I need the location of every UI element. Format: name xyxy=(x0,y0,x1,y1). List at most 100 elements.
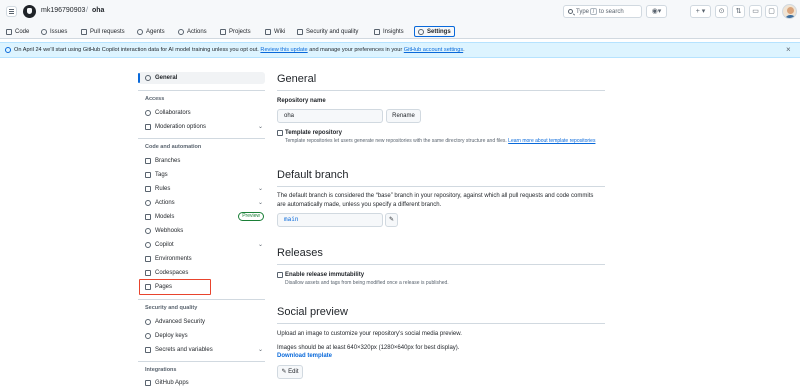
repo-name-input[interactable]: oha xyxy=(277,109,383,123)
breadcrumb-separator: / xyxy=(86,7,88,14)
avatar[interactable] xyxy=(782,4,797,19)
info-icon xyxy=(5,47,11,53)
sidebar-item-webhooks[interactable]: Webhooks xyxy=(138,225,265,237)
sidebar-item-secrets[interactable]: Secrets and variables ⌄ xyxy=(138,344,265,356)
sidebar-item-general[interactable]: General xyxy=(138,72,265,84)
tab-actions-label: Actions xyxy=(187,28,207,35)
issues-icon[interactable]: ⊙ xyxy=(715,5,728,18)
edit-branch-button[interactable]: ✎ xyxy=(385,213,398,227)
sidebar-item-branches[interactable]: Branches xyxy=(138,155,265,167)
play-icon xyxy=(178,28,184,35)
preview-badge: Preview xyxy=(238,212,264,221)
tab-pull-requests[interactable]: Pull requests xyxy=(81,26,125,37)
sidebar-item-actions[interactable]: Actions ⌄ xyxy=(138,197,265,209)
banner-text-1: On April 24 we'll start using GitHub Cop… xyxy=(14,47,259,53)
tab-wiki[interactable]: Wiki xyxy=(265,26,285,37)
pencil-icon: ✎ xyxy=(281,369,287,375)
releases-title: Releases xyxy=(277,247,323,259)
tab-insights-label: Insights xyxy=(383,28,404,35)
agent-icon xyxy=(137,28,143,35)
sidebar-item-moderation[interactable]: Moderation options ⌄ xyxy=(138,121,265,133)
review-update-link[interactable]: Review this update xyxy=(260,47,307,53)
divider xyxy=(277,323,605,324)
download-template-link[interactable]: Download template xyxy=(277,353,332,359)
tab-wiki-label: Wiki xyxy=(274,28,286,35)
copilot-icon[interactable]: ◉▾ xyxy=(646,5,667,18)
apps-icon xyxy=(145,380,151,386)
tab-actions[interactable]: Actions xyxy=(178,26,207,37)
divider xyxy=(138,90,265,91)
sidebar-heading-security: Security and quality xyxy=(145,305,198,311)
default-branch-value: main xyxy=(284,216,299,223)
asterisk-icon xyxy=(145,347,151,353)
edit-social-preview-button[interactable]: ✎ Edit xyxy=(277,365,303,379)
breadcrumb-repo[interactable]: oha xyxy=(92,7,104,14)
social-preview-size-note: Images should be at least 640×320px (128… xyxy=(277,345,460,351)
create-new-label: + ▾ xyxy=(695,8,706,15)
tab-projects[interactable]: Projects xyxy=(220,26,251,37)
account-settings-link[interactable]: GitHub account settings xyxy=(404,47,463,53)
repo-nav: Code Issues Pull requests Agents Actions… xyxy=(0,24,800,39)
rename-button[interactable]: Rename xyxy=(386,109,421,123)
close-icon[interactable]: × xyxy=(786,45,791,54)
search-input[interactable]: Type / to search xyxy=(563,5,642,18)
sidebar-item-models[interactable]: Models Preview xyxy=(138,211,265,223)
divider xyxy=(138,361,265,362)
github-logo-icon[interactable] xyxy=(23,5,36,18)
sidebar-item-collaborators[interactable]: Collaborators xyxy=(138,107,265,119)
sidebar-item-deploy-keys[interactable]: Deploy keys xyxy=(138,330,265,342)
sidebar-item-tags[interactable]: Tags xyxy=(138,169,265,181)
release-immutability-note: Disallow assets and tags from being modi… xyxy=(285,280,449,286)
tab-agents[interactable]: Agents xyxy=(137,26,165,37)
sidebar-item-label: Copilot xyxy=(155,242,174,248)
tab-insights[interactable]: Insights xyxy=(374,26,404,37)
tab-security-label: Security and quality xyxy=(306,28,359,35)
template-repo-label: Template repository xyxy=(285,130,342,136)
chevron-down-icon: ⌄ xyxy=(257,242,263,248)
default-branch-description: The default branch is considered the “ba… xyxy=(277,193,594,208)
sidebar-item-rules[interactable]: Rules ⌄ xyxy=(138,183,265,195)
tab-agents-label: Agents xyxy=(146,28,165,35)
template-repo-checkbox[interactable] xyxy=(277,130,283,136)
repositories-icon[interactable]: ▭ xyxy=(749,5,762,18)
tag-icon xyxy=(145,172,151,178)
sidebar-item-label: GitHub Apps xyxy=(155,380,189,386)
search-placeholder-suffix: to search xyxy=(599,9,624,15)
copilot-icon xyxy=(145,242,151,248)
divider xyxy=(277,264,605,265)
webhook-icon xyxy=(145,228,151,234)
branch-icon xyxy=(145,158,151,164)
sidebar-item-label: Branches xyxy=(155,158,181,164)
chevron-down-icon: ⌄ xyxy=(257,200,263,206)
shield-icon xyxy=(297,28,303,35)
sidebar-item-advanced-security[interactable]: Advanced Security xyxy=(138,316,265,328)
tab-issues[interactable]: Issues xyxy=(41,26,67,37)
release-immutability-checkbox[interactable] xyxy=(277,272,283,278)
tab-settings[interactable]: Settings xyxy=(414,26,455,37)
pull-requests-icon[interactable]: ⇅ xyxy=(732,5,745,18)
table-icon xyxy=(220,28,226,35)
breadcrumb-owner[interactable]: mk196790903 xyxy=(41,7,85,14)
sidebar-item-codespaces[interactable]: Codespaces xyxy=(138,267,265,279)
chevron-down-icon: ⌄ xyxy=(257,186,263,192)
tab-code[interactable]: Code xyxy=(6,26,29,37)
divider xyxy=(138,299,265,300)
menu-icon[interactable] xyxy=(6,6,17,17)
tab-security[interactable]: Security and quality xyxy=(297,26,358,37)
inbox-icon[interactable]: ▢ xyxy=(765,5,778,18)
top-header: mk196790903 / oha Type / to search ◉▾ + … xyxy=(0,0,800,24)
sidebar-item-label: Environments xyxy=(155,256,192,262)
codespaces-icon xyxy=(145,270,151,276)
template-learn-more-link[interactable]: Learn more about template repositories xyxy=(508,138,595,144)
create-new-button[interactable]: + ▾ xyxy=(690,5,711,18)
sidebar-item-copilot[interactable]: Copilot ⌄ xyxy=(138,239,265,251)
gear-icon xyxy=(418,28,424,35)
social-preview-title: Social preview xyxy=(277,306,348,318)
chevron-down-icon: ⌄ xyxy=(257,347,263,353)
sidebar-item-environments[interactable]: Environments xyxy=(138,253,265,265)
book-icon xyxy=(265,28,271,35)
sidebar-item-github-apps[interactable]: GitHub Apps xyxy=(138,377,265,387)
tab-code-label: Code xyxy=(15,28,30,35)
search-placeholder: Type xyxy=(576,9,590,15)
sidebar-item-label: Rules xyxy=(155,186,171,192)
